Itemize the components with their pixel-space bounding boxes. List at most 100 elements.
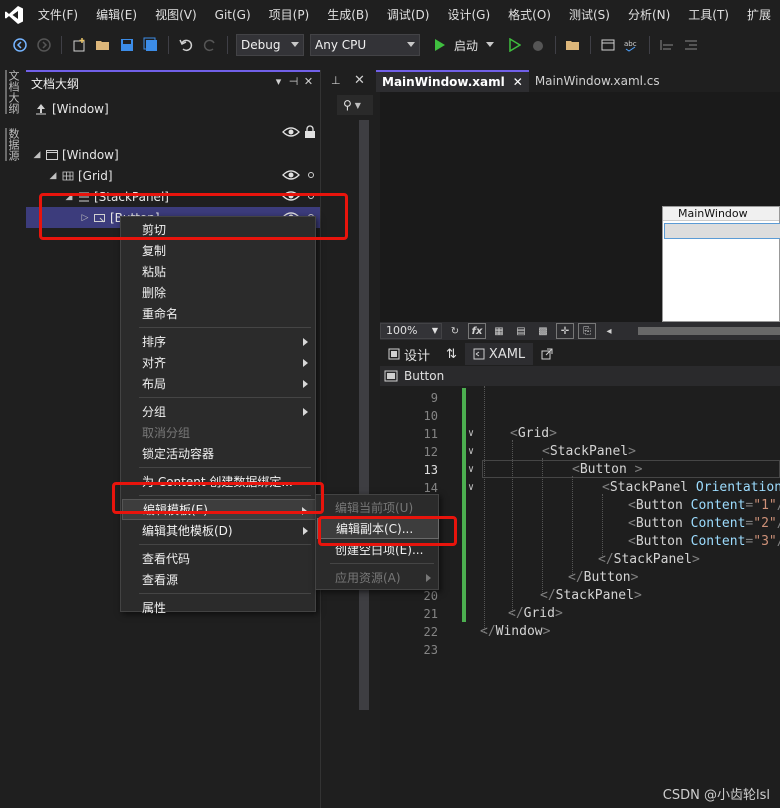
snap-grid-icon[interactable]: ▤ (512, 323, 530, 339)
lock-toggle-icon[interactable] (308, 172, 314, 178)
expanded-triangle-icon[interactable]: ◢ (64, 192, 74, 202)
vtab-document-outline[interactable]: 文档大纲 (5, 70, 21, 114)
save-icon[interactable] (117, 35, 137, 55)
solution-platform-combo[interactable]: Any CPU (310, 34, 420, 56)
search-box[interactable]: ⚲ ▼ (337, 95, 373, 115)
horizontal-scrollbar[interactable] (638, 327, 780, 335)
new-project-icon[interactable] (69, 35, 89, 55)
show-all-eye-icon[interactable] (282, 126, 300, 141)
context-menu-item[interactable]: 布局 (122, 373, 316, 394)
menu-item[interactable]: 调试(D) (378, 0, 439, 30)
fold-chevron-icon[interactable]: ∨ (468, 443, 480, 461)
grid-toggle-icon[interactable]: ▦ (490, 323, 508, 339)
context-menu-item[interactable]: 查看代码 (122, 548, 316, 569)
tab-design[interactable]: 设计 (380, 343, 438, 365)
visibility-eye-icon[interactable] (282, 169, 300, 184)
context-menu-item[interactable]: 编辑其他模板(D) (122, 520, 316, 541)
vertical-scrollbar[interactable] (359, 120, 369, 710)
menu-item[interactable]: 分析(N) (619, 0, 679, 30)
code-line[interactable]: 22 </Window> (380, 623, 780, 641)
scroll-left-icon[interactable]: ◂ (600, 323, 618, 339)
context-menu-item[interactable]: 剪切 (122, 219, 316, 240)
solution-configuration-combo[interactable]: Debug (236, 34, 304, 56)
fold-chevron-icon[interactable]: ∨ (468, 461, 480, 479)
open-folder-icon[interactable] (93, 35, 113, 55)
redo-icon[interactable] (200, 35, 220, 55)
context-menu-item[interactable]: 删除 (122, 282, 316, 303)
start-play-icon[interactable] (429, 35, 449, 55)
effects-fx-icon[interactable]: fx (468, 323, 486, 339)
xaml-designer-surface[interactable]: MainWindow (380, 92, 780, 322)
menu-item[interactable]: 文件(F) (29, 0, 87, 30)
menu-item[interactable]: 设计(G) (438, 0, 499, 30)
zoom-combo[interactable]: 100% ▼ (380, 323, 442, 339)
menu-item[interactable]: 工具(T) (679, 0, 738, 30)
fold-chevron-icon[interactable]: ∨ (468, 425, 480, 443)
context-menu-item[interactable]: 锁定活动容器 (122, 443, 316, 464)
pin-icon[interactable]: ⊥ (331, 74, 341, 87)
lock-all-icon[interactable] (304, 125, 316, 142)
undo-icon[interactable] (176, 35, 196, 55)
code-line[interactable]: 19</Button> (380, 569, 780, 587)
code-line[interactable]: 11 ∨ <Grid> (380, 425, 780, 443)
context-menu-item[interactable]: 创建空白项(E)... (317, 539, 439, 560)
fold-chevron-icon[interactable]: ∨ (468, 479, 480, 497)
panel-options-chevron-icon[interactable]: ▾ (271, 75, 286, 88)
artboard-background-icon[interactable]: ▩ (534, 323, 552, 339)
start-debug-button[interactable]: 启动 (454, 37, 478, 54)
swap-panes-button[interactable]: ⇅ (438, 343, 465, 365)
context-menu-item[interactable]: 为 Content 创建数据绑定... (122, 471, 316, 492)
context-menu-item[interactable]: 编辑副本(C)... (317, 518, 439, 539)
code-line[interactable]: 16<Button Content="2"/> (380, 515, 780, 533)
start-without-debugging-icon[interactable] (504, 35, 524, 55)
snap-to-snaplines-icon[interactable]: ✛ (556, 323, 574, 339)
selected-button-adorner[interactable] (664, 223, 780, 239)
menu-item[interactable]: 生成(B) (318, 0, 378, 30)
tree-item-stackpanel[interactable]: ◢ [StackPanel] (26, 186, 320, 207)
tab-xaml[interactable]: XAML (464, 343, 534, 365)
spell-check-icon[interactable]: abc (622, 35, 642, 55)
hot-reload-icon[interactable] (528, 35, 548, 55)
indent-icon[interactable] (681, 35, 701, 55)
vtab-data-sources[interactable]: 数据源 (5, 128, 21, 161)
tree-item-grid[interactable]: ◢ [Grid] (26, 165, 320, 186)
solution-explorer-folder-icon[interactable] (563, 35, 583, 55)
window-layout-icon[interactable] (598, 35, 618, 55)
code-line[interactable]: 13 ∨ <Button > (380, 461, 780, 479)
collapsed-triangle-icon[interactable]: ▷ (80, 213, 90, 223)
tree-item-window[interactable]: ◢ [Window] (26, 144, 320, 165)
context-menu-item[interactable]: 对齐 (122, 352, 316, 373)
code-line[interactable]: 10 (380, 407, 780, 425)
expanded-triangle-icon[interactable]: ◢ (48, 171, 58, 181)
pin-icon[interactable]: ⊣ (286, 75, 301, 88)
context-menu-item[interactable]: 复制 (122, 240, 316, 261)
visual-studio-logo-icon[interactable] (0, 0, 29, 30)
code-line[interactable]: 18</StackPanel> (380, 551, 780, 569)
project-code-icon[interactable]: ⎘ (578, 323, 596, 339)
code-line[interactable]: 15<Button Content="1"/> (380, 497, 780, 515)
menu-item[interactable]: Git(G) (206, 0, 260, 30)
context-menu-item[interactable]: 重命名 (122, 303, 316, 324)
xaml-code-editor[interactable]: 9 10 11 ∨ <Grid> 12 ∨ <StackPanel> 13 ∨ <Button >1… (380, 386, 780, 808)
menu-item[interactable]: 视图(V) (146, 0, 206, 30)
expanded-triangle-icon[interactable]: ◢ (32, 150, 42, 160)
visibility-eye-icon[interactable] (282, 190, 300, 205)
code-line[interactable]: 21 </Grid> (380, 605, 780, 623)
context-menu-item[interactable]: 粘贴 (122, 261, 316, 282)
comment-lines-icon[interactable] (657, 35, 677, 55)
code-line[interactable]: 9 (380, 389, 780, 407)
tab-mainwindow-xaml[interactable]: MainWindow.xaml ✕ (376, 70, 529, 92)
xaml-element-breadcrumb[interactable]: Button (380, 366, 780, 386)
code-line[interactable]: 23 (380, 641, 780, 659)
tab-mainwindow-xaml-cs[interactable]: MainWindow.xaml.cs (529, 70, 666, 92)
context-menu-item[interactable]: 分组 (122, 401, 316, 422)
refresh-icon[interactable]: ↻ (446, 323, 464, 339)
window-preview[interactable]: MainWindow (662, 206, 780, 322)
code-line[interactable]: 14∨<StackPanel Orientation=" (380, 479, 780, 497)
popout-xaml-icon[interactable] (533, 343, 561, 365)
context-menu-item[interactable]: 排序 (122, 331, 316, 352)
close-icon[interactable]: ✕ (354, 73, 365, 88)
navigate-back-icon[interactable] (10, 35, 30, 55)
menu-item[interactable]: 测试(S) (560, 0, 619, 30)
save-all-icon[interactable] (141, 35, 161, 55)
